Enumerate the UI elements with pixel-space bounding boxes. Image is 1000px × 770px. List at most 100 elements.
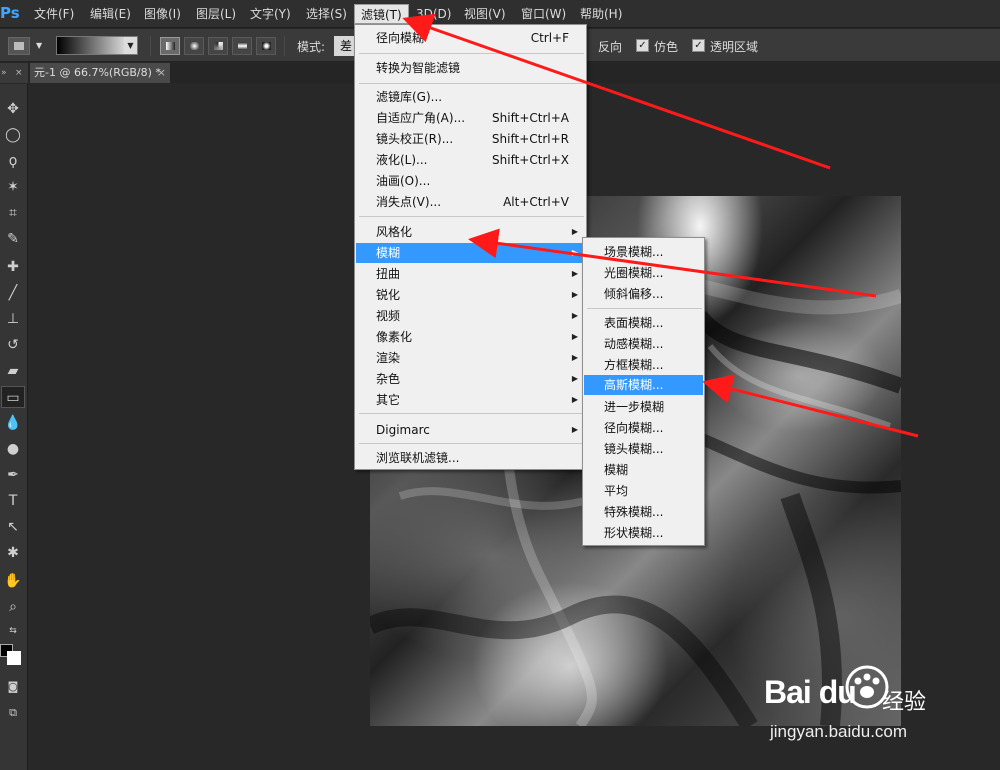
shape-tool-icon[interactable]: ✱ [1, 542, 25, 564]
menu-item-label: 模糊 [376, 246, 401, 260]
menu-item-label: 锐化 [376, 288, 401, 302]
document-title: 元-1 @ 66.7%(RGB/8) * [34, 66, 161, 79]
menu-item-pixelate[interactable]: 像素化 ▶ [356, 327, 585, 347]
menu-item-distort[interactable]: 扭曲 ▶ [356, 264, 585, 284]
hand-tool-icon[interactable]: ✋ [1, 570, 25, 592]
menu-item-sharpen[interactable]: 锐化 ▶ [356, 285, 585, 305]
menu-item-vanishing-point[interactable]: 消失点(V)... Alt+Ctrl+V [356, 192, 585, 212]
chevron-down-icon[interactable]: ▼ [36, 41, 42, 50]
menu-item-browse-online-filters[interactable]: 浏览联机滤镜... [356, 448, 585, 468]
diamond-gradient-button[interactable] [256, 37, 276, 55]
menu-item-noise[interactable]: 杂色 ▶ [356, 369, 585, 389]
menu-window[interactable]: 窗口(W) [515, 4, 572, 24]
linear-gradient-button[interactable] [160, 37, 180, 55]
menu-item-other[interactable]: 其它 ▶ [356, 390, 585, 410]
menu-item-blur[interactable]: 模糊 ▶ [356, 243, 585, 263]
quick-select-tool-icon[interactable]: ✶ [1, 176, 25, 198]
menu-item-label: 自适应广角(A)... [376, 111, 466, 125]
menu-item-stylize[interactable]: 风格化 ▶ [356, 222, 585, 242]
menu-item-render[interactable]: 渲染 ▶ [356, 348, 585, 368]
menu-image[interactable]: 图像(I) [138, 4, 187, 24]
menu-item-label: 风格化 [376, 225, 413, 239]
menu-view[interactable]: 视图(V) [458, 4, 512, 24]
document-tab[interactable]: 元-1 @ 66.7%(RGB/8) * × [30, 63, 170, 83]
history-brush-tool-icon[interactable]: ↺ [1, 334, 25, 356]
submenu-arrow-icon: ▶ [571, 248, 578, 257]
menu-item-box-blur[interactable]: 方框模糊... [584, 355, 703, 375]
move-tool-icon[interactable]: ✥ [1, 98, 25, 120]
close-icon[interactable]: × [15, 63, 23, 83]
submenu-arrow-icon: ▶ [571, 290, 578, 299]
healing-brush-tool-icon[interactable]: ✚ [1, 256, 25, 278]
submenu-arrow-icon: ▶ [571, 374, 578, 383]
close-icon[interactable]: × [157, 63, 166, 83]
quick-mask-icon[interactable]: ◙ [1, 676, 25, 698]
menu-3d[interactable]: 3D(D) [410, 4, 457, 24]
crop-tool-icon[interactable]: ⌗ [1, 202, 25, 224]
menu-type[interactable]: 文字(Y) [244, 4, 297, 24]
dither-checkbox[interactable]: ✓ [636, 39, 649, 52]
background-color-swatch[interactable] [7, 651, 21, 665]
menu-item-label: 像素化 [376, 330, 413, 344]
zoom-tool-icon[interactable]: ⌕ [1, 596, 25, 618]
menu-item-digimarc[interactable]: Digimarc ▶ [356, 420, 585, 440]
type-tool-icon[interactable]: T [1, 490, 25, 512]
collapse-icon[interactable]: » [1, 68, 7, 78]
eraser-tool-icon[interactable]: ▰ [1, 360, 25, 382]
menu-help[interactable]: 帮助(H) [574, 4, 628, 24]
menu-item-iris-blur[interactable]: 光圈模糊... [584, 263, 703, 283]
menu-item-lens-blur[interactable]: 镜头模糊... [584, 439, 703, 459]
lasso-tool-icon[interactable]: ϙ [1, 150, 25, 172]
menu-item-last-filter[interactable]: 径向模糊 Ctrl+F [356, 28, 585, 48]
dither-label: 仿色 [654, 40, 679, 54]
toolbar-header: » × [0, 63, 28, 83]
dodge-tool-icon[interactable]: ● [1, 438, 25, 460]
eyedropper-tool-icon[interactable]: ✎ [1, 228, 25, 250]
menu-item-lens-correction[interactable]: 镜头校正(R)... Shift+Ctrl+R [356, 129, 585, 149]
marquee-tool-icon[interactable]: ◯ [1, 124, 25, 146]
transparency-checkbox[interactable]: ✓ [692, 39, 705, 52]
menu-layer[interactable]: 图层(L) [190, 4, 242, 24]
menu-item-smart-blur[interactable]: 特殊模糊... [584, 502, 703, 522]
menu-item-blur-more[interactable]: 进一步模糊 [584, 397, 703, 417]
menu-item-surface-blur[interactable]: 表面模糊... [584, 313, 703, 333]
menu-separator [359, 216, 584, 217]
menu-select[interactable]: 选择(S) [300, 4, 353, 24]
menu-item-convert-smart-filter[interactable]: 转换为智能滤镜 [356, 58, 585, 78]
menu-item-video[interactable]: 视频 ▶ [356, 306, 585, 326]
menu-edit[interactable]: 编辑(E) [84, 4, 137, 24]
swap-colors-icon[interactable]: ⇆ [1, 620, 25, 642]
menu-separator [359, 413, 584, 414]
filter-menu: 径向模糊 Ctrl+F 转换为智能滤镜 滤镜库(G)... 自适应广角(A)...… [354, 24, 587, 470]
menu-file[interactable]: 文件(F) [28, 4, 80, 24]
divider [150, 36, 151, 56]
brush-tool-icon[interactable]: ╱ [1, 282, 25, 304]
menu-separator [359, 443, 584, 444]
screen-mode-icon[interactable]: ⧉ [1, 702, 25, 724]
path-select-tool-icon[interactable]: ↖ [1, 516, 25, 538]
menu-item-motion-blur[interactable]: 动感模糊... [584, 334, 703, 354]
blur-tool-icon[interactable]: 💧 [1, 412, 25, 434]
menu-item-shape-blur[interactable]: 形状模糊... [584, 523, 703, 543]
reverse-label: 反向 [598, 40, 623, 54]
menu-item-average[interactable]: 平均 [584, 481, 703, 501]
gradient-dropdown-icon[interactable]: ▼ [124, 37, 137, 54]
menu-item-blur-simple[interactable]: 模糊 [584, 460, 703, 480]
menu-item-liquify[interactable]: 液化(L)... Shift+Ctrl+X [356, 150, 585, 170]
menu-item-field-blur[interactable]: 场景模糊... [584, 242, 703, 262]
menu-item-gaussian-blur[interactable]: 高斯模糊... [584, 375, 703, 395]
menu-item-oil-paint[interactable]: 油画(O)... [356, 171, 585, 191]
pen-tool-icon[interactable]: ✒ [1, 464, 25, 486]
reflected-gradient-button[interactable] [232, 37, 252, 55]
radial-gradient-button[interactable] [184, 37, 204, 55]
menu-item-tilt-shift[interactable]: 倾斜偏移... [584, 284, 703, 304]
menu-item-filter-gallery[interactable]: 滤镜库(G)... [356, 87, 585, 107]
menu-item-adaptive-wide-angle[interactable]: 自适应广角(A)... Shift+Ctrl+A [356, 108, 585, 128]
menu-item-label: 扭曲 [376, 267, 401, 281]
gradient-tool-icon[interactable]: ▭ [1, 386, 25, 408]
menu-filter[interactable]: 滤镜(T) [354, 4, 409, 24]
menu-item-radial-blur[interactable]: 径向模糊... [584, 418, 703, 438]
clone-stamp-tool-icon[interactable]: ⊥ [1, 308, 25, 330]
angle-gradient-button[interactable] [208, 37, 228, 55]
tool-preset-picker[interactable] [8, 37, 30, 55]
